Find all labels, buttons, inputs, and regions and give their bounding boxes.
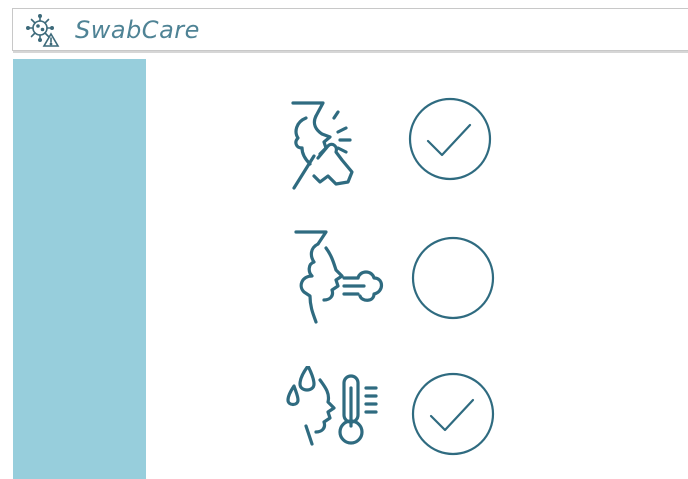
app-window: SwabCare xyxy=(0,0,688,479)
symptom-row-breath xyxy=(280,228,510,328)
app-title: SwabCare xyxy=(75,16,200,44)
unchecked-circle-icon[interactable] xyxy=(411,236,495,320)
check-circle-icon[interactable] xyxy=(408,97,492,181)
symptom-row-fever xyxy=(280,366,510,466)
symptom-row-cough xyxy=(280,96,510,196)
title-bar: SwabCare xyxy=(12,8,688,53)
cough-icon xyxy=(291,101,354,190)
check-circle-icon[interactable] xyxy=(411,372,495,456)
sidebar xyxy=(13,59,146,479)
fever-icon xyxy=(286,366,378,446)
virus-warning-icon xyxy=(26,14,60,47)
breath-icon xyxy=(294,230,384,324)
